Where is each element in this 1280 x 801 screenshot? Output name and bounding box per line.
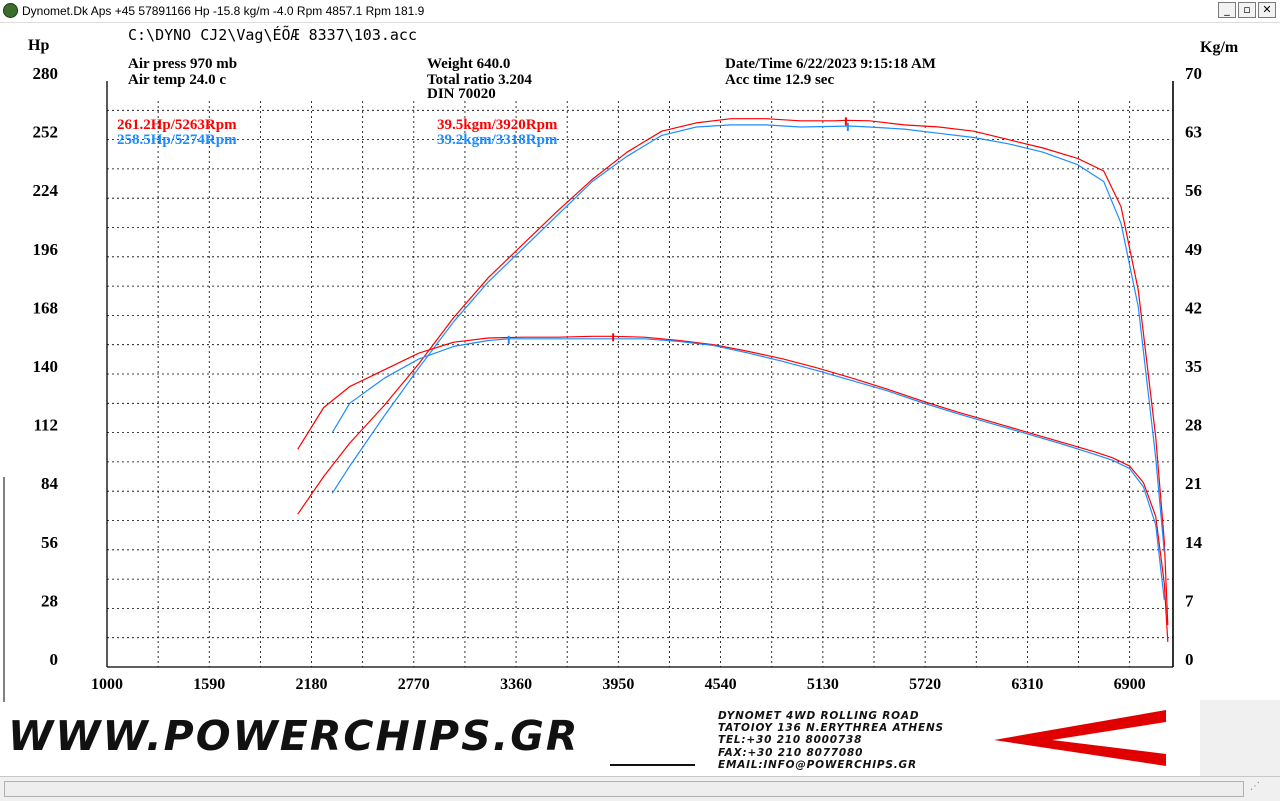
torque-curve-blue xyxy=(331,338,1165,601)
y-left-tick-label: 196 xyxy=(33,240,59,259)
curves xyxy=(297,118,1169,642)
y-left-tick-label: 252 xyxy=(33,123,59,142)
status-bar: ⋰ xyxy=(0,776,1280,801)
brand-info-line: FAX:+30 210 8077080 xyxy=(718,746,864,759)
y-left-tick-label: 224 xyxy=(33,181,59,200)
y-left-tick-label: 280 xyxy=(33,64,59,83)
air-temp: Air temp 24.0 c xyxy=(128,72,226,88)
logo-panel xyxy=(1200,700,1280,776)
brand-logo-icon xyxy=(994,710,1166,766)
weight: Weight 640.0 xyxy=(427,56,510,72)
x-tick-label: 2180 xyxy=(296,676,328,693)
brand-info-line: TATOIOY 136 N.ERYTHREA ATHENS xyxy=(718,722,944,735)
din-standard: DIN 70020 xyxy=(427,86,496,102)
app-icon xyxy=(3,3,18,18)
file-path: C:\DYNO CJ2\Vag\ÉÕÆ 8337\103.acc xyxy=(128,25,417,44)
brand-underline xyxy=(610,764,695,766)
y-left-tick-label: 0 xyxy=(50,650,59,669)
air-press: Air press 970 mb xyxy=(128,56,237,72)
y-right-tick-label: 28 xyxy=(1185,416,1202,435)
brand-url: WWW.POWERCHIPS.GR xyxy=(8,712,580,760)
y-right-tick-label: 42 xyxy=(1185,298,1202,317)
y-left-axis-label: Hp xyxy=(28,37,49,54)
y-left-tick-label: 168 xyxy=(33,298,59,317)
y-right-tick-label: 35 xyxy=(1185,357,1202,376)
status-pane xyxy=(4,781,1244,797)
x-tick-label: 2770 xyxy=(398,676,430,693)
x-tick-label: 1000 xyxy=(91,676,123,693)
y-right-tick-label: 7 xyxy=(1185,591,1194,610)
date-time: Date/Time 6/22/2023 9:15:18 AM xyxy=(725,56,936,72)
peak-markers xyxy=(507,117,849,344)
torque-curve-red xyxy=(297,335,1169,642)
peak-label-red-torque: 39.5kgm/3920Rpm xyxy=(437,117,558,133)
power-curve-red xyxy=(297,118,1169,626)
dyno-chart: 0 28 56 84 112 140 168 196 224 252 280 0 7 14 21 28 35 42… xyxy=(3,25,1239,702)
x-tick-label: 4540 xyxy=(705,676,737,693)
x-tick-label: 5720 xyxy=(909,676,941,693)
acc-time: Acc time 12.9 sec xyxy=(725,72,834,88)
y-left-tick-label: 84 xyxy=(41,474,59,493)
x-tick-label: 3360 xyxy=(500,676,532,693)
window-title: Dynomet.Dk Aps +45 57891166 Hp -15.8 kg/… xyxy=(22,4,425,18)
y-right-tick-label: 0 xyxy=(1185,650,1194,669)
y-right-tick-label: 70 xyxy=(1185,64,1202,83)
x-tick-label: 6310 xyxy=(1011,676,1043,693)
x-tick-label: 3950 xyxy=(602,676,634,693)
y-left-tick-label: 140 xyxy=(33,357,59,376)
resize-grip-icon[interactable]: ⋰ xyxy=(1250,781,1274,797)
brand-info: DYNOMET 4WD ROLLING ROAD TATOIOY 136 N.E… xyxy=(718,710,944,771)
y-right-tick-label: 21 xyxy=(1185,474,1202,493)
grid xyxy=(107,101,1173,667)
power-curve-blue xyxy=(331,124,1165,552)
y-right-tick-label: 14 xyxy=(1185,533,1203,552)
y-left-tick-label: 56 xyxy=(41,533,58,552)
y-right-tick-label: 56 xyxy=(1185,181,1202,200)
y-left-tick-label: 112 xyxy=(33,416,58,435)
x-tick-label: 5130 xyxy=(807,676,839,693)
y-right-tick-label: 49 xyxy=(1185,240,1202,259)
x-tick-label: 1590 xyxy=(193,676,225,693)
brand-info-line: TEL:+30 210 8000738 xyxy=(718,734,863,747)
x-tick-label: 6900 xyxy=(1114,676,1146,693)
peak-label-blue-hp: 258.5Hp/5274Rpm xyxy=(117,132,237,148)
minimize-button[interactable]: _ xyxy=(1218,2,1236,18)
tick-labels: 0 28 56 84 112 140 168 196 224 252 280 0 7 14 21 28 35 42… xyxy=(33,64,1203,693)
maximize-button[interactable]: ▫ xyxy=(1238,2,1256,18)
close-button[interactable]: ✕ xyxy=(1258,2,1276,18)
y-left-tick-label: 28 xyxy=(41,591,58,610)
axes xyxy=(3,81,1174,702)
title-bar: Dynomet.Dk Aps +45 57891166 Hp -15.8 kg/… xyxy=(0,0,1280,23)
y-right-tick-label: 63 xyxy=(1185,123,1202,142)
peak-label-blue-torque: 39.2kgm/3318Rpm xyxy=(437,132,558,148)
y-right-axis-label: Kg/m xyxy=(1200,39,1239,56)
peak-label-red-hp: 261.2Hp/5263Rpm xyxy=(117,117,237,133)
brand-info-line: EMAIL:INFO@POWERCHIPS.GR xyxy=(718,758,917,771)
brand-info-line: DYNOMET 4WD ROLLING ROAD xyxy=(718,710,920,722)
